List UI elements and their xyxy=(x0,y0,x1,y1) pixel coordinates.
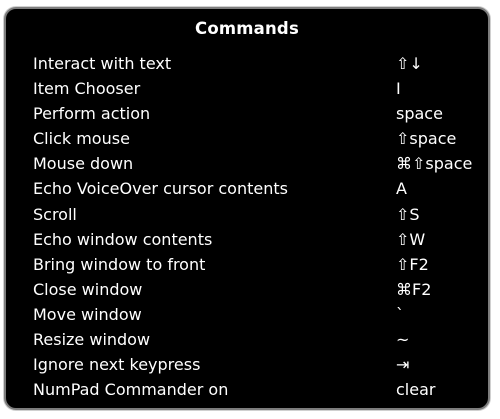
command-label: Click mouse xyxy=(33,129,130,149)
command-label: Resize window xyxy=(33,330,151,350)
command-label: Scroll xyxy=(33,204,77,224)
commands-panel: Commands Interact with text ⇧↓ Item Choo… xyxy=(4,7,490,410)
panel-title: Commands xyxy=(195,19,299,38)
command-label: Mouse down xyxy=(33,154,134,174)
command-row-bring-window-to-front[interactable]: Bring window to front ⇧F2 xyxy=(33,252,488,277)
command-row-echo-voiceover-cursor-contents[interactable]: Echo VoiceOver cursor contents A xyxy=(33,176,488,201)
command-row-resize-window[interactable]: Resize window ~ xyxy=(33,327,488,352)
command-label: Move window xyxy=(33,304,142,324)
command-row-mouse-down[interactable]: Mouse down ⌘⇧space xyxy=(33,151,488,176)
command-row-echo-window-contents[interactable]: Echo window contents ⇧W xyxy=(33,227,488,252)
command-row-interact-with-text[interactable]: Interact with text ⇧↓ xyxy=(33,51,488,76)
command-shortcut: ⇥ xyxy=(396,355,410,375)
command-shortcut: clear xyxy=(396,380,436,400)
command-row-ignore-next-keypress[interactable]: Ignore next keypress ⇥ xyxy=(33,352,488,377)
command-row-scroll[interactable]: Scroll ⇧S xyxy=(33,202,488,227)
command-shortcut: ⇧F2 xyxy=(396,254,429,274)
command-shortcut: ⇧↓ xyxy=(396,54,423,73)
command-shortcut: ⇧W xyxy=(396,229,426,249)
command-row-numpad-commander-on[interactable]: NumPad Commander on clear xyxy=(33,377,488,402)
command-row-perform-action[interactable]: Perform action space xyxy=(33,101,488,126)
command-label: Echo VoiceOver cursor contents xyxy=(33,179,288,199)
command-label: Perform action xyxy=(33,104,151,124)
command-shortcut: ⇧space xyxy=(396,129,457,149)
command-shortcut: ⌘⇧space xyxy=(396,154,473,174)
command-shortcut: I xyxy=(396,79,401,99)
command-shortcut: ⇧S xyxy=(396,204,420,224)
command-row-move-window[interactable]: Move window ` xyxy=(33,302,488,327)
command-list: Interact with text ⇧↓ Item Chooser I Per… xyxy=(33,51,488,402)
command-label: Close window xyxy=(33,279,143,299)
command-shortcut: space xyxy=(396,104,443,124)
command-row-item-chooser[interactable]: Item Chooser I xyxy=(33,76,488,101)
command-label: Echo window contents xyxy=(33,229,213,249)
command-label: Interact with text xyxy=(33,54,172,73)
command-label: NumPad Commander on xyxy=(33,380,229,400)
command-shortcut: ~ xyxy=(396,330,410,350)
command-row-close-window[interactable]: Close window ⌘F2 xyxy=(33,277,488,302)
command-label: Bring window to front xyxy=(33,254,206,274)
command-shortcut: ` xyxy=(396,304,404,324)
command-label: Item Chooser xyxy=(33,79,141,99)
command-row-click-mouse[interactable]: Click mouse ⇧space xyxy=(33,126,488,151)
command-shortcut: ⌘F2 xyxy=(396,279,432,299)
command-shortcut: A xyxy=(396,179,407,199)
command-label: Ignore next keypress xyxy=(33,355,201,375)
